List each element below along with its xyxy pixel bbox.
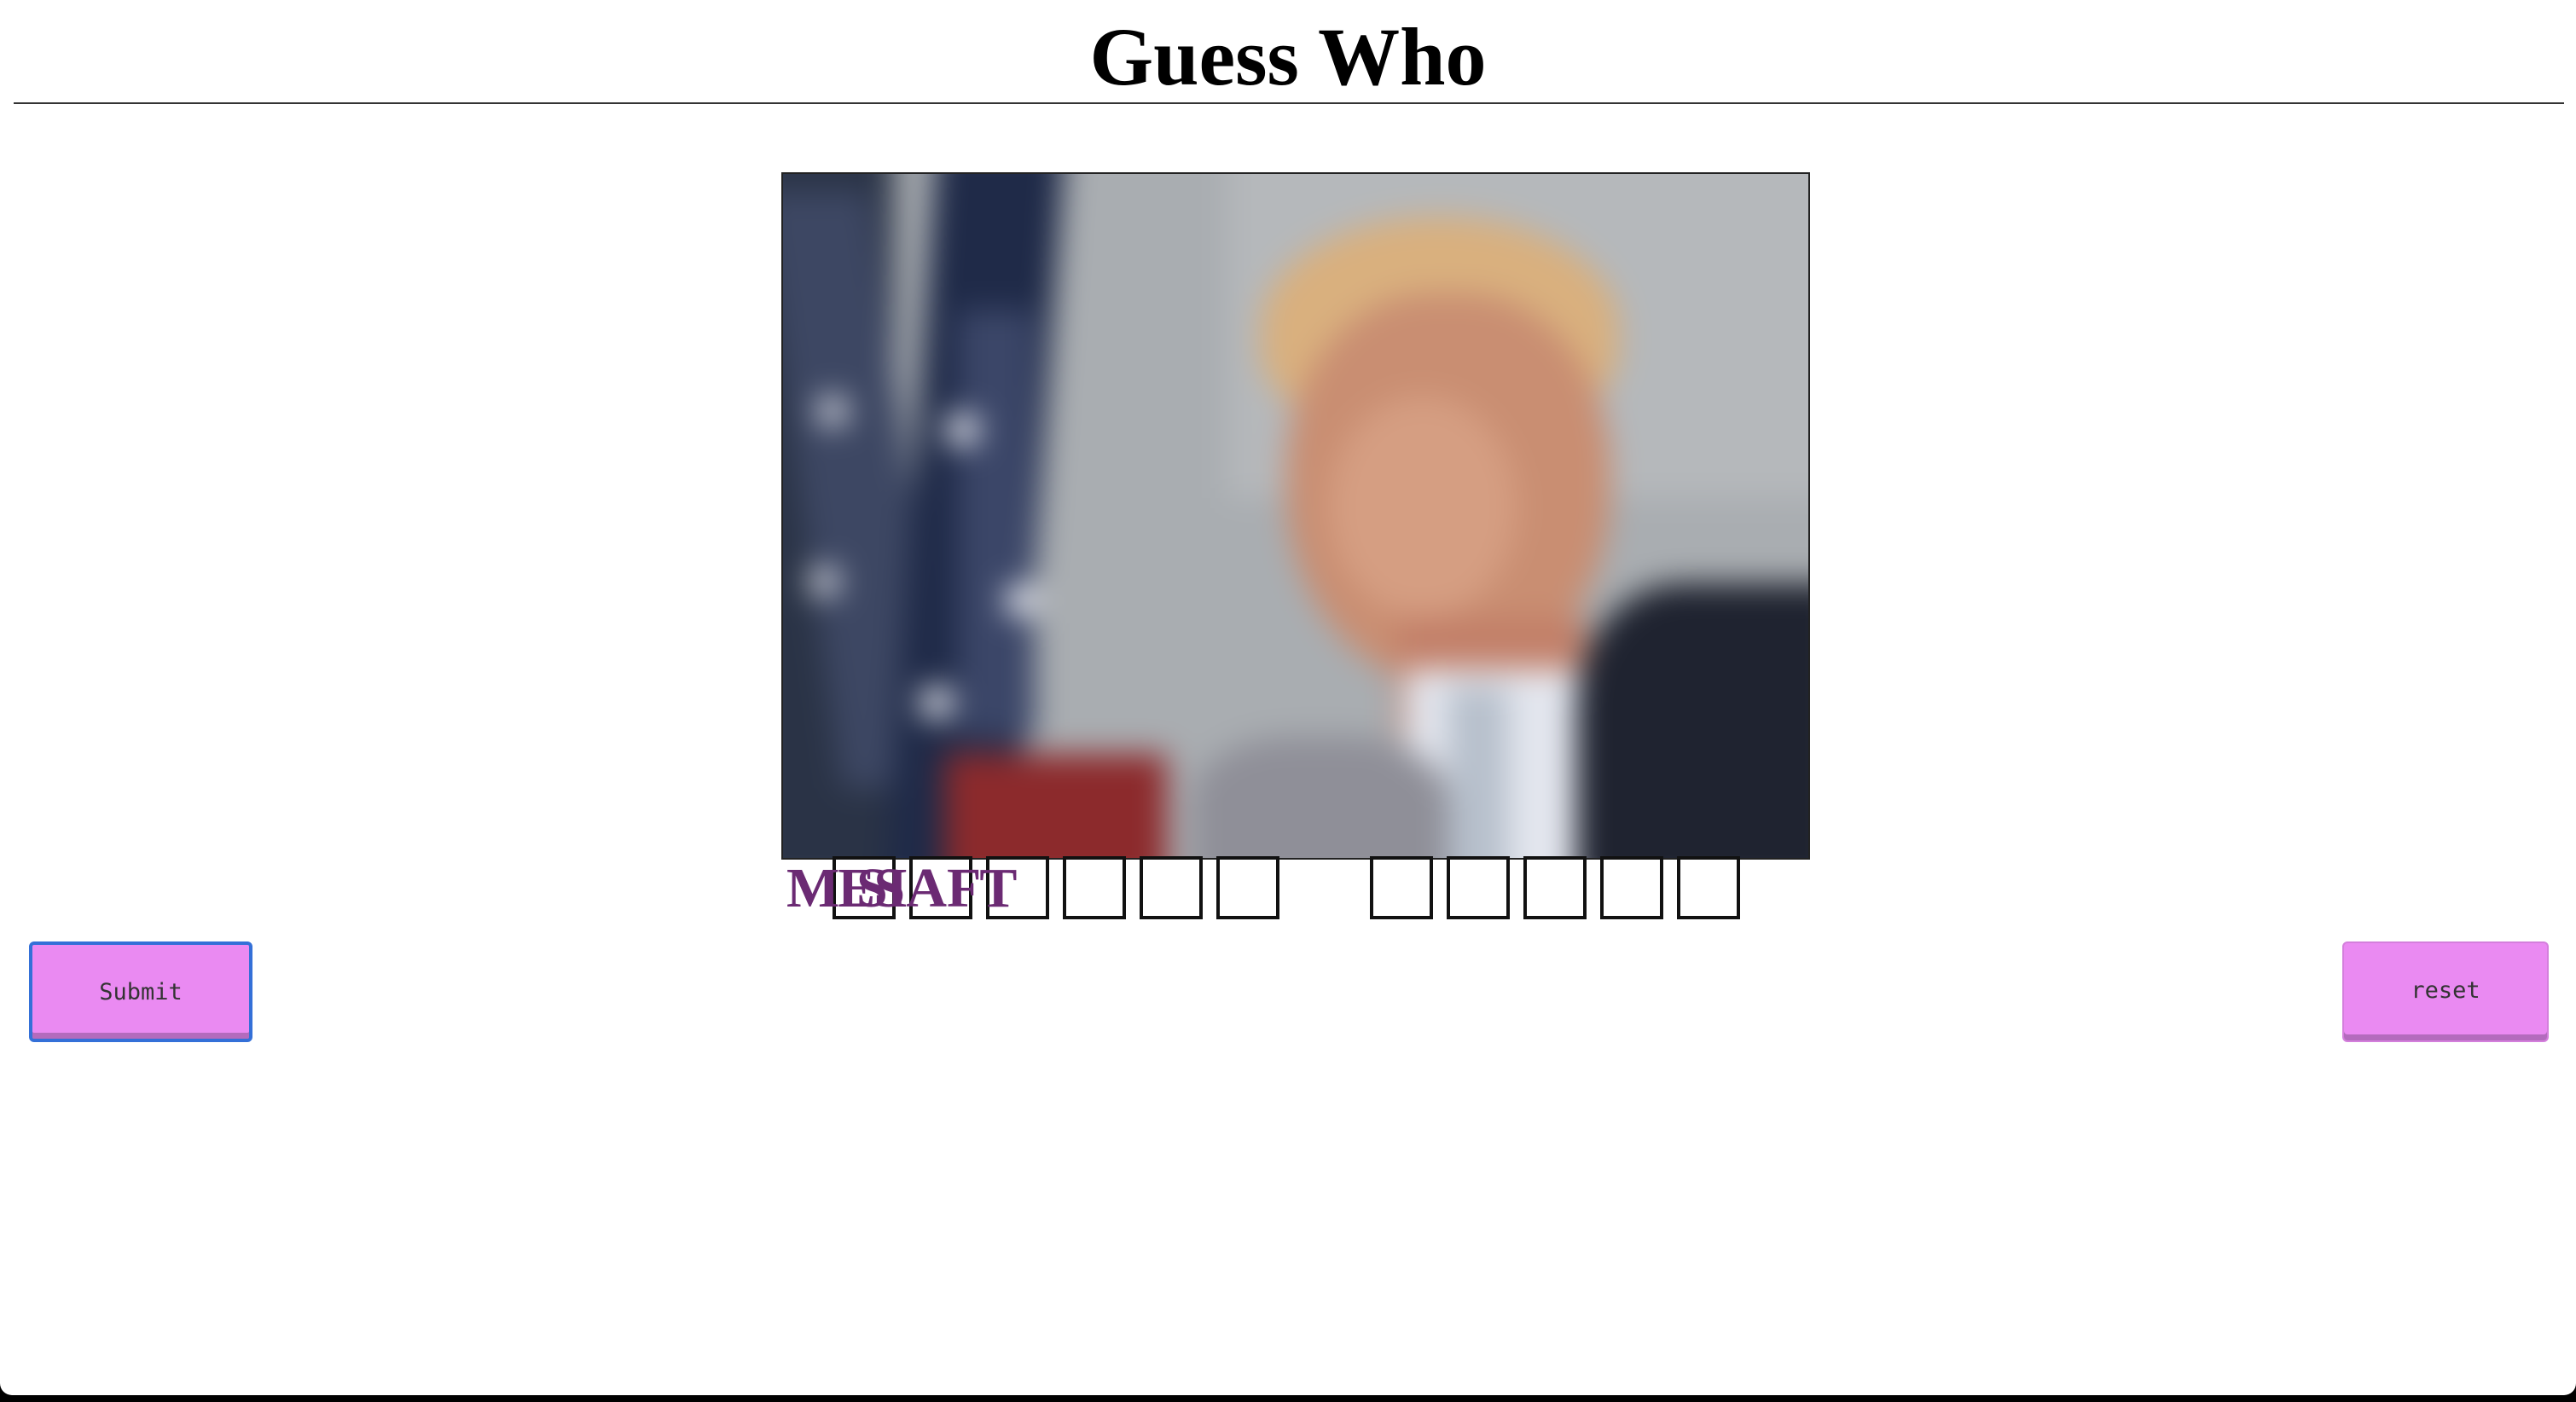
guess-text-2: SIA	[856, 857, 947, 919]
letter-box[interactable]	[1140, 856, 1203, 919]
page-title: Guess Who	[1089, 11, 1487, 102]
guess-text-3: FT	[947, 857, 1017, 919]
title-divider	[14, 102, 2564, 104]
letter-box[interactable]	[1370, 856, 1433, 919]
letter-box[interactable]	[1447, 856, 1510, 919]
reset-button[interactable]: reset	[2342, 941, 2549, 1042]
game-page: Guess Who MES SIA FT Submit reset	[0, 0, 2576, 1395]
blurred-portrait-photo	[783, 174, 1808, 858]
letter-box[interactable]	[1063, 856, 1126, 919]
letter-box[interactable]	[1216, 856, 1279, 919]
letter-box[interactable]	[1523, 856, 1587, 919]
letter-box[interactable]	[1600, 856, 1663, 919]
submit-button[interactable]: Submit	[29, 941, 252, 1042]
letter-box[interactable]	[1677, 856, 1740, 919]
mystery-photo	[781, 172, 1810, 860]
